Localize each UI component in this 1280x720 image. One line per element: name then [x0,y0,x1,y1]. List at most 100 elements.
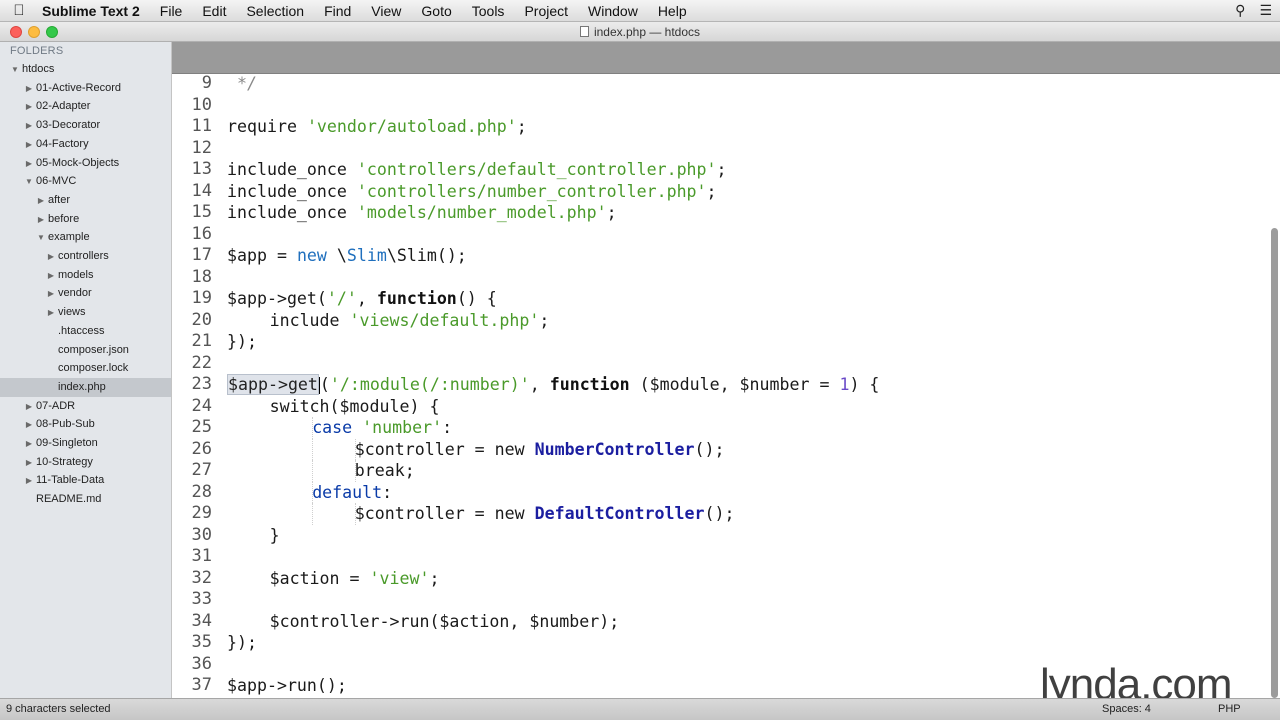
folder-item[interactable]: ▶ before [0,210,171,230]
disclosure-closed-icon[interactable]: ▶ [24,454,34,473]
menu-file[interactable]: File [150,0,193,22]
disclosure-open-icon[interactable]: ▼ [10,61,20,80]
folder-item[interactable]: ▶ 11-Table-Data [0,471,171,491]
folder-item[interactable]: ▶ models [0,266,171,286]
indent-guide [312,460,314,482]
disclosure-closed-icon[interactable]: ▶ [24,416,34,435]
code-line[interactable]: switch($module) { [270,396,440,418]
code-line[interactable]: } [270,525,280,547]
disclosure-closed-icon[interactable]: ▶ [24,398,34,417]
disclosure-closed-icon[interactable]: ▶ [46,267,56,286]
disclosure-closed-icon[interactable]: ▶ [24,435,34,454]
code-line[interactable]: $controller->run($action, $number); [270,611,620,633]
code-line[interactable]: $app->run(); [227,675,347,697]
file-item[interactable]: composer.json [0,341,171,360]
line-number: 28 [191,481,212,502]
folder-item[interactable]: ▶ 04-Factory [0,135,171,155]
tree-item-label: README.md [36,493,102,506]
close-window-button[interactable] [10,26,22,38]
menu-view[interactable]: View [361,0,411,22]
disclosure-closed-icon[interactable]: ▶ [46,304,56,323]
disclosure-closed-icon[interactable]: ▶ [24,472,34,491]
folder-item[interactable]: ▶ 07-ADR [0,397,171,417]
code-line[interactable]: $controller = new DefaultController(); [355,503,735,525]
zoom-window-button[interactable] [46,26,58,38]
list-icon[interactable]: ☰ [1259,2,1272,19]
code-line[interactable]: include_once 'controllers/number_control… [227,181,717,203]
code-editor[interactable]: 9 10 11 12 13 14 15 16 17 18 19 20 21 22 23 24 25 26 27 28 2… [172,74,1280,698]
code-line[interactable]: $app->get('/', function() { [227,288,497,310]
folder-item[interactable]: ▶ 01-Active-Record [0,79,171,99]
code-token: 'controllers/number_controller.php' [356,181,707,201]
syntax-setting[interactable]: PHP [1218,699,1241,719]
file-item[interactable]: README.md [0,490,171,509]
minimize-window-button[interactable] [28,26,40,38]
indent-guide [354,438,356,460]
line-number: 37 [191,675,212,695]
tree-item-label: 08-Pub-Sub [36,418,95,431]
folder-item[interactable]: ▶ 05-Mock-Objects [0,154,171,174]
code-line[interactable]: include_once 'controllers/default_contro… [227,159,727,181]
indent-guide [354,503,356,525]
file-item[interactable]: composer.lock [0,359,171,378]
disclosure-closed-icon[interactable]: ▶ [46,285,56,304]
code-line[interactable]: $controller = new NumberController(); [355,439,725,461]
folder-item[interactable]: ▶ 02-Adapter [0,97,171,117]
code-line[interactable]: require 'vendor/autoload.php'; [227,116,527,138]
menu-window[interactable]: Window [578,0,648,22]
menu-tools[interactable]: Tools [462,0,515,22]
disclosure-closed-icon[interactable]: ▶ [24,155,34,174]
file-item[interactable]: .htaccess [0,322,171,341]
apple-icon[interactable]:  [0,2,38,19]
code-line[interactable]: }); [227,331,257,353]
folder-item[interactable]: ▼ example [0,228,171,248]
disclosure-open-icon[interactable]: ▼ [24,173,34,192]
disclosure-closed-icon[interactable]: ▶ [24,136,34,155]
code-line[interactable]: $action = 'view'; [270,568,440,590]
search-icon[interactable]: ⚲ [1235,2,1245,19]
menu-help[interactable]: Help [648,0,697,22]
folder-item[interactable]: ▼ htdocs [0,60,171,80]
code-line[interactable]: }); [227,632,257,654]
menu-project[interactable]: Project [514,0,578,22]
folder-item[interactable]: ▶ 10-Strategy [0,453,171,473]
code-token: (); [694,439,725,459]
menu-app-name[interactable]: Sublime Text 2 [38,0,150,22]
code-line[interactable]: $app = new \Slim\Slim(); [227,245,467,267]
disclosure-closed-icon[interactable]: ▶ [36,211,46,230]
menu-edit[interactable]: Edit [192,0,236,22]
menu-goto[interactable]: Goto [411,0,461,22]
disclosure-open-icon[interactable]: ▼ [36,229,46,248]
file-item[interactable]: index.php [0,377,171,397]
disclosure-closed-icon[interactable]: ▶ [24,117,34,136]
folder-item[interactable]: ▶ 09-Singleton [0,434,171,454]
menu-selection[interactable]: Selection [236,0,314,22]
vertical-scrollbar[interactable] [1271,78,1278,698]
line-number: 26 [191,438,212,459]
scrollbar-thumb[interactable] [1271,228,1278,698]
folder-item[interactable]: ▶ 03-Decorator [0,116,171,136]
folder-item[interactable]: ▶ controllers [0,247,171,267]
code-line[interactable]: default: [312,482,392,504]
folder-item[interactable]: ▶ vendor [0,284,171,304]
folders-header: FOLDERS [10,45,64,57]
folder-item[interactable]: ▼ 06-MVC [0,172,171,192]
disclosure-closed-icon[interactable]: ▶ [36,192,46,211]
indentation-setting[interactable]: Spaces: 4 [1102,699,1151,719]
folder-item[interactable]: ▶ 08-Pub-Sub [0,415,171,435]
line-number: 24 [191,395,212,416]
folder-item[interactable]: ▶ after [0,191,171,211]
folder-item[interactable]: ▶ views [0,303,171,323]
code-line[interactable]: break; [355,460,415,482]
code-token: 'controllers/default_controller.php' [356,160,717,179]
code-line[interactable]: */ [227,74,257,95]
code-line[interactable]: include_once 'models/number_model.php'; [227,202,617,224]
menu-find[interactable]: Find [314,0,361,22]
code-line[interactable]: case 'number': [312,417,452,439]
disclosure-closed-icon[interactable]: ▶ [24,80,34,99]
line-number: 33 [191,589,212,609]
code-line[interactable]: include 'views/default.php'; [270,310,550,332]
disclosure-closed-icon[interactable]: ▶ [24,98,34,117]
disclosure-closed-icon[interactable]: ▶ [46,248,56,267]
code-line[interactable]: $app->get ('/:module(/:number)', function… [227,374,879,396]
